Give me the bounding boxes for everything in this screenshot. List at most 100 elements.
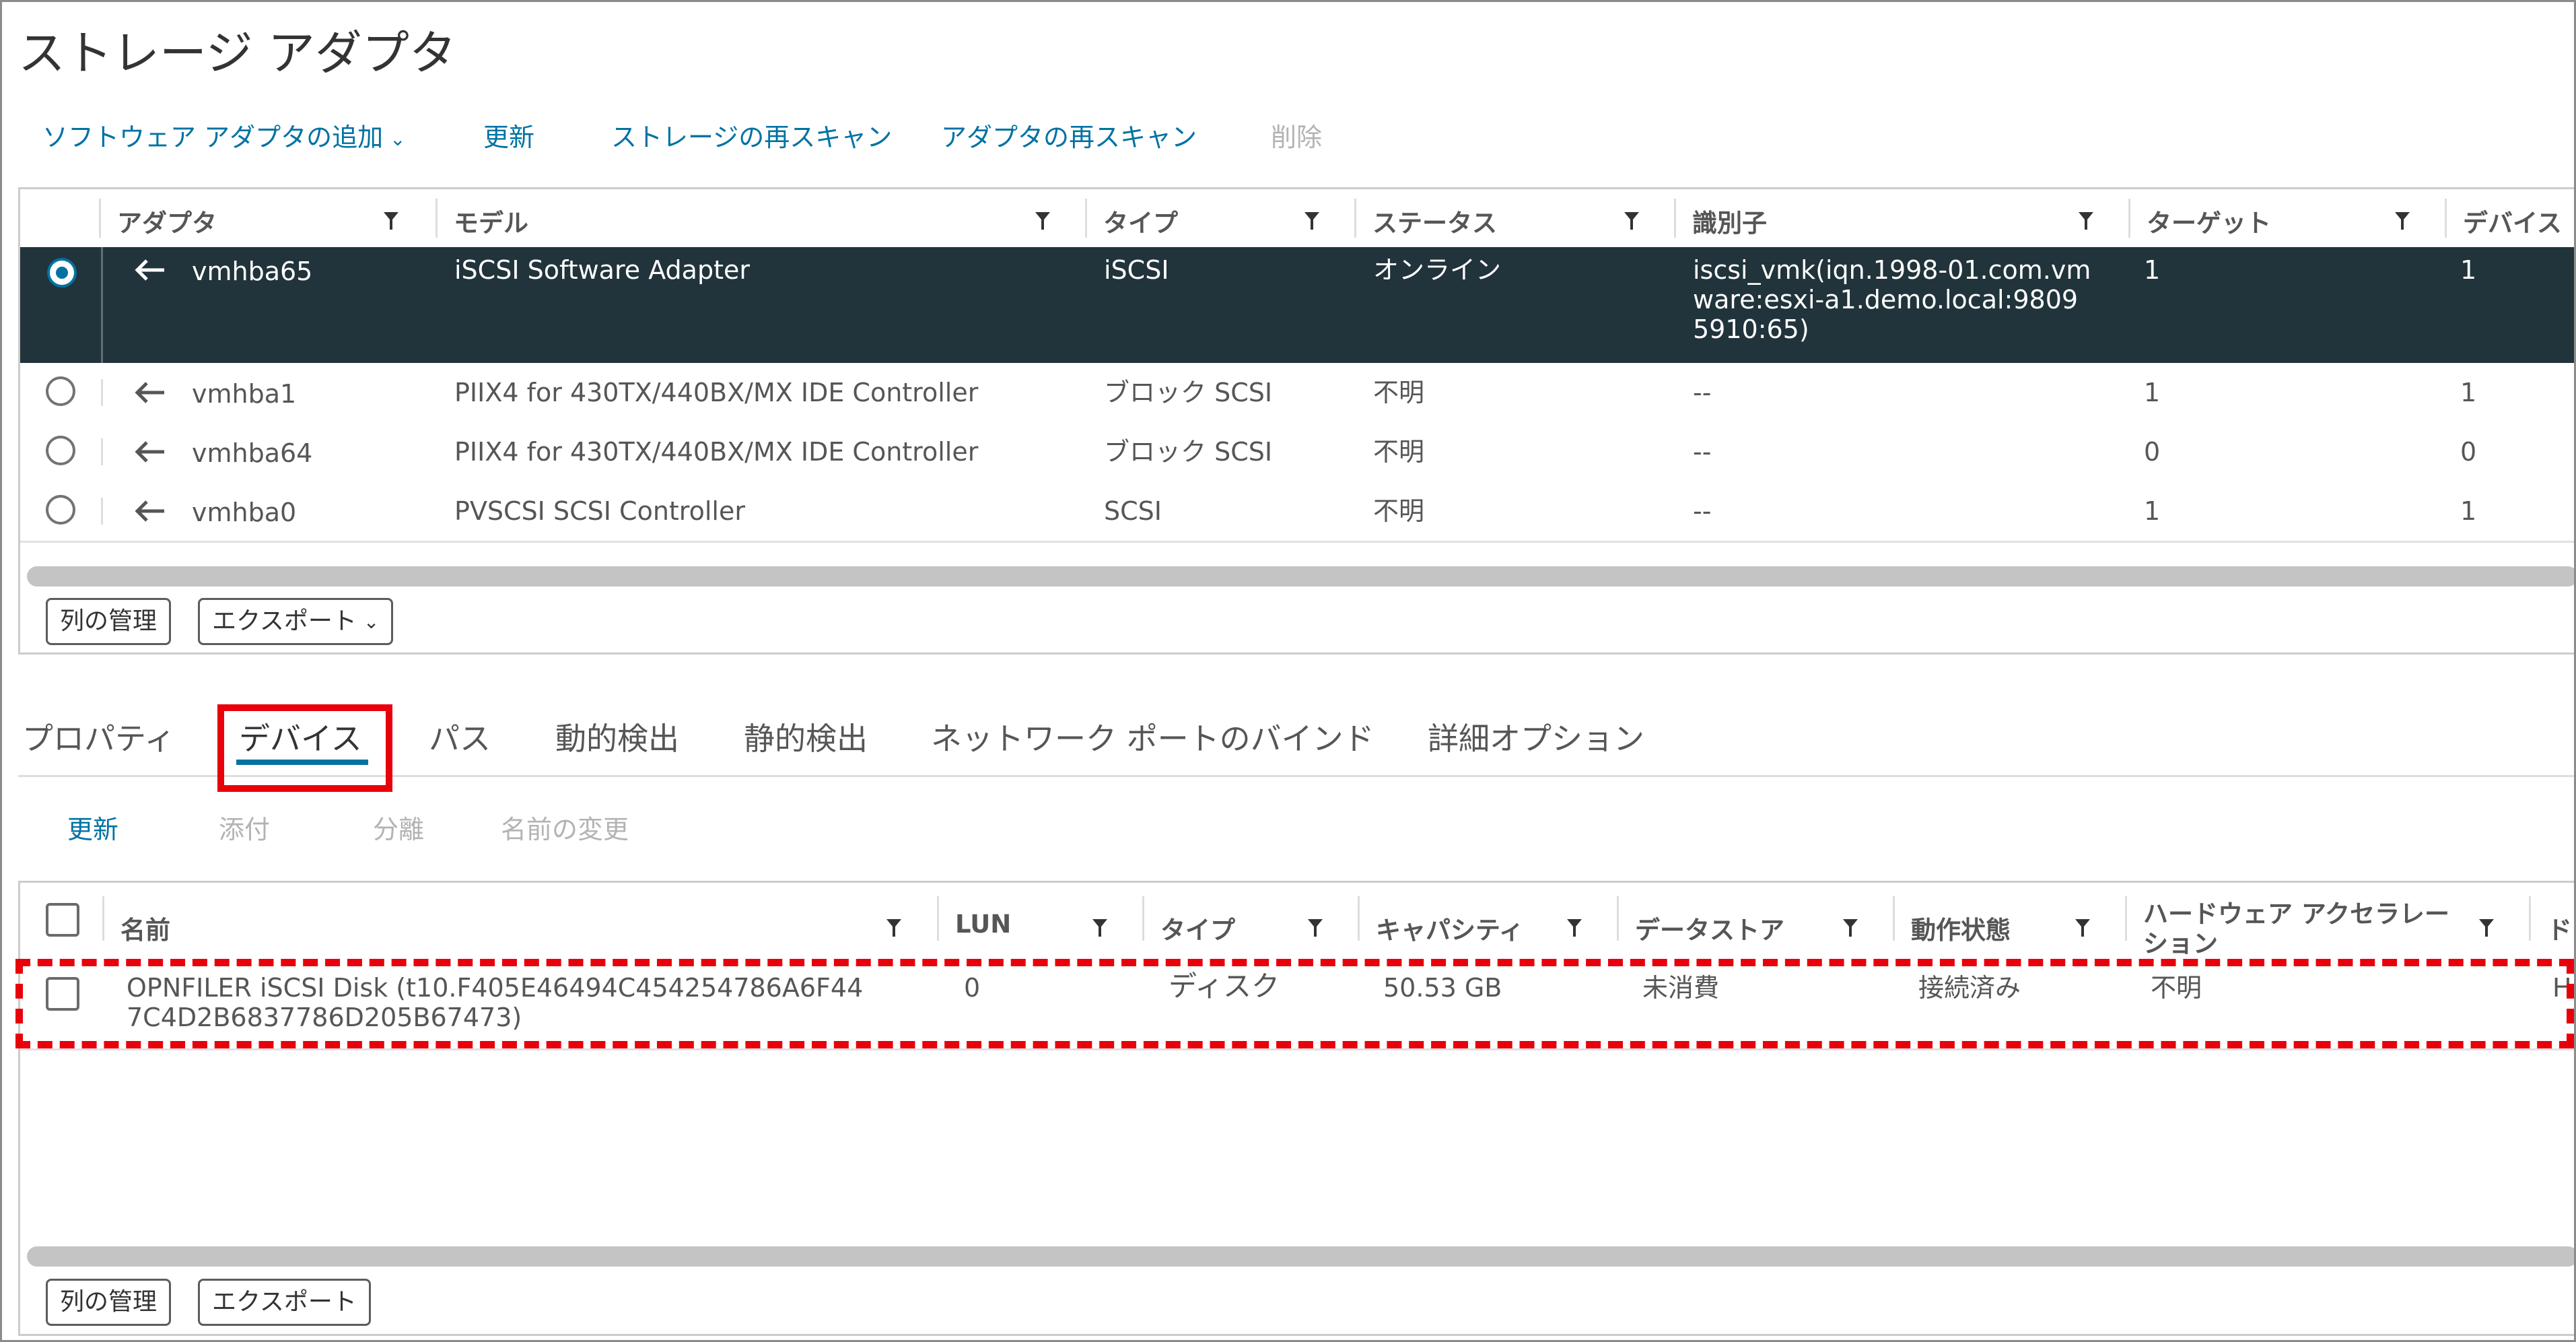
detach-button: 分離 xyxy=(373,815,425,844)
row-divider xyxy=(101,247,103,363)
column-header-device-type[interactable]: タイプ xyxy=(1144,883,1360,954)
column-label-devices: デバイス xyxy=(2463,209,2562,238)
column-label-drive-type: ド xyxy=(2547,916,2572,945)
adapter-identifier-line: iscsi_vmk(iqn.1998-01.com.vm xyxy=(1693,255,2091,285)
chevron-down-icon: ⌄ xyxy=(390,128,406,150)
column-label-model: モデル xyxy=(454,209,528,238)
adapter-targets: 0 xyxy=(2144,437,2161,467)
refresh-button[interactable]: 更新 xyxy=(483,116,534,154)
adapter-status: 不明 xyxy=(1373,378,1425,407)
adapter-identifier-line: ware:esxi-a1.demo.local:9809 xyxy=(1693,285,2079,314)
row-radio[interactable] xyxy=(46,436,75,465)
table-row[interactable]: vmhba64 PIIX4 for 430TX/440BX/MX IDE Con… xyxy=(20,422,2574,483)
horizontal-scrollbar[interactable] xyxy=(27,1246,2574,1267)
select-all-checkbox[interactable] xyxy=(46,903,79,937)
adapter-identifier-line: -- xyxy=(1693,437,1712,467)
adapter-status: 不明 xyxy=(1373,496,1425,526)
adapter-model: iSCSI Software Adapter xyxy=(454,255,750,285)
highlight-dashed-device-row xyxy=(15,959,2574,1048)
column-header-name[interactable]: 名前 xyxy=(104,883,939,954)
horizontal-scrollbar[interactable] xyxy=(27,566,2574,586)
device-refresh-button[interactable]: 更新 xyxy=(67,809,118,846)
column-label-lun: LUN xyxy=(955,910,1012,939)
storage-adapter-icon xyxy=(135,259,164,281)
page-title: ストレージ アダプタ xyxy=(18,26,456,81)
tab-dynamic-discovery[interactable]: 動的検出 xyxy=(555,714,679,759)
filter-icon[interactable] xyxy=(886,919,901,937)
adapter-name: vmhba65 xyxy=(192,257,313,286)
filter-icon[interactable] xyxy=(1035,212,1050,230)
adapter-type: SCSI xyxy=(1104,496,1162,526)
storage-adapter-icon xyxy=(135,382,164,403)
tab-bar-divider xyxy=(18,775,2574,777)
column-label-targets: ターゲット xyxy=(2147,209,2271,238)
row-radio[interactable] xyxy=(46,376,75,406)
table-row[interactable]: vmhba0 PVSCSI SCSI Controller SCSI 不明 --… xyxy=(20,481,2574,543)
adapter-grid-header: アダプタ モデル タイプ ステータス 識別子 ターゲット デバイス xyxy=(20,189,2574,249)
row-radio[interactable] xyxy=(46,495,75,525)
column-header-hw-acceleration[interactable]: ハードウェア アクセラレー ション xyxy=(2127,883,2531,958)
column-header-status[interactable]: ステータス xyxy=(1356,189,1676,247)
adapter-devices: 0 xyxy=(2460,437,2477,467)
filter-icon[interactable] xyxy=(1624,212,1639,230)
adapter-name: vmhba0 xyxy=(192,498,297,527)
filter-icon[interactable] xyxy=(2075,919,2090,937)
column-label-identifier: 識別子 xyxy=(1692,209,1767,238)
manage-columns-button[interactable]: 列の管理 xyxy=(46,1279,172,1326)
manage-columns-button[interactable]: 列の管理 xyxy=(46,598,172,645)
column-label-datastore: データストア xyxy=(1635,916,1784,945)
tab-network-port-binding[interactable]: ネットワーク ポートのバインド xyxy=(931,714,1374,759)
table-row[interactable]: vmhba1 PIIX4 for 430TX/440BX/MX IDE Cont… xyxy=(20,363,2574,424)
filter-icon[interactable] xyxy=(1308,919,1323,937)
storage-adapter-icon xyxy=(135,500,164,522)
select-column-header xyxy=(20,189,101,247)
filter-icon[interactable] xyxy=(384,212,398,230)
column-header-adapter[interactable]: アダプタ xyxy=(101,189,438,247)
column-label-device-type: タイプ xyxy=(1160,916,1235,945)
adapter-targets: 1 xyxy=(2144,496,2161,526)
column-label-status: ステータス xyxy=(1372,209,1497,238)
column-header-operational-state[interactable]: 動作状態 xyxy=(1895,883,2127,954)
filter-icon[interactable] xyxy=(1843,919,1858,937)
adapter-devices: 1 xyxy=(2460,255,2477,285)
column-header-model[interactable]: モデル xyxy=(438,189,1087,247)
tab-paths[interactable]: パス xyxy=(429,714,491,759)
export-dropdown-button[interactable]: エクスポート ⌄ xyxy=(198,598,394,645)
tab-static-discovery[interactable]: 静的検出 xyxy=(744,714,868,759)
filter-icon[interactable] xyxy=(1092,919,1107,937)
rescan-storage-button[interactable]: ストレージの再スキャン xyxy=(611,116,892,154)
column-header-lun[interactable]: LUN xyxy=(939,883,1144,954)
export-button[interactable]: エクスポート xyxy=(198,1279,371,1326)
filter-icon[interactable] xyxy=(2479,919,2494,937)
adapter-grid: アダプタ モデル タイプ ステータス 識別子 ターゲット デバイス vmhba6… xyxy=(18,187,2574,655)
adapter-identifier-line: -- xyxy=(1693,496,1712,526)
filter-icon[interactable] xyxy=(2395,212,2410,230)
column-header-identifier[interactable]: 識別子 xyxy=(1676,189,2130,247)
tab-advanced-options[interactable]: 詳細オプション xyxy=(1428,714,1644,759)
column-header-datastore[interactable]: データストア xyxy=(1619,883,1895,954)
tab-properties[interactable]: プロパティ xyxy=(22,714,175,759)
rescan-adapter-button[interactable]: アダプタの再スキャン xyxy=(941,116,1197,154)
filter-icon[interactable] xyxy=(1304,212,1319,230)
row-divider xyxy=(101,498,103,525)
row-radio-selected[interactable] xyxy=(47,258,77,288)
row-divider xyxy=(101,438,103,465)
column-label-type: タイプ xyxy=(1103,209,1178,238)
filter-icon[interactable] xyxy=(1567,919,1582,937)
adapter-targets: 1 xyxy=(2144,255,2161,285)
filter-icon[interactable] xyxy=(2079,212,2093,230)
column-header-capacity[interactable]: キャパシティ xyxy=(1360,883,1619,954)
add-software-adapter-button[interactable]: ソフトウェア アダプタの追加 ⌄ xyxy=(42,116,406,154)
table-row[interactable]: vmhba65 iSCSI Software Adapter iSCSI オンラ… xyxy=(20,247,2574,365)
chevron-down-icon: ⌄ xyxy=(363,611,380,633)
device-grid: 名前 LUN タイプ キャパシティ データストア 動作状態 ハードウェア アクセ… xyxy=(18,881,2574,1336)
column-header-targets[interactable]: ターゲット xyxy=(2130,189,2447,247)
attach-button: 添付 xyxy=(219,815,271,844)
column-label-operational-state: 動作状態 xyxy=(1911,916,2011,945)
adapter-status: オンライン xyxy=(1373,255,1502,285)
row-divider xyxy=(101,379,103,406)
column-header-type[interactable]: タイプ xyxy=(1087,189,1356,247)
adapter-targets: 1 xyxy=(2144,378,2161,407)
column-header-drive-type[interactable]: ド xyxy=(2531,883,2574,954)
column-header-devices[interactable]: デバイス xyxy=(2447,189,2574,247)
